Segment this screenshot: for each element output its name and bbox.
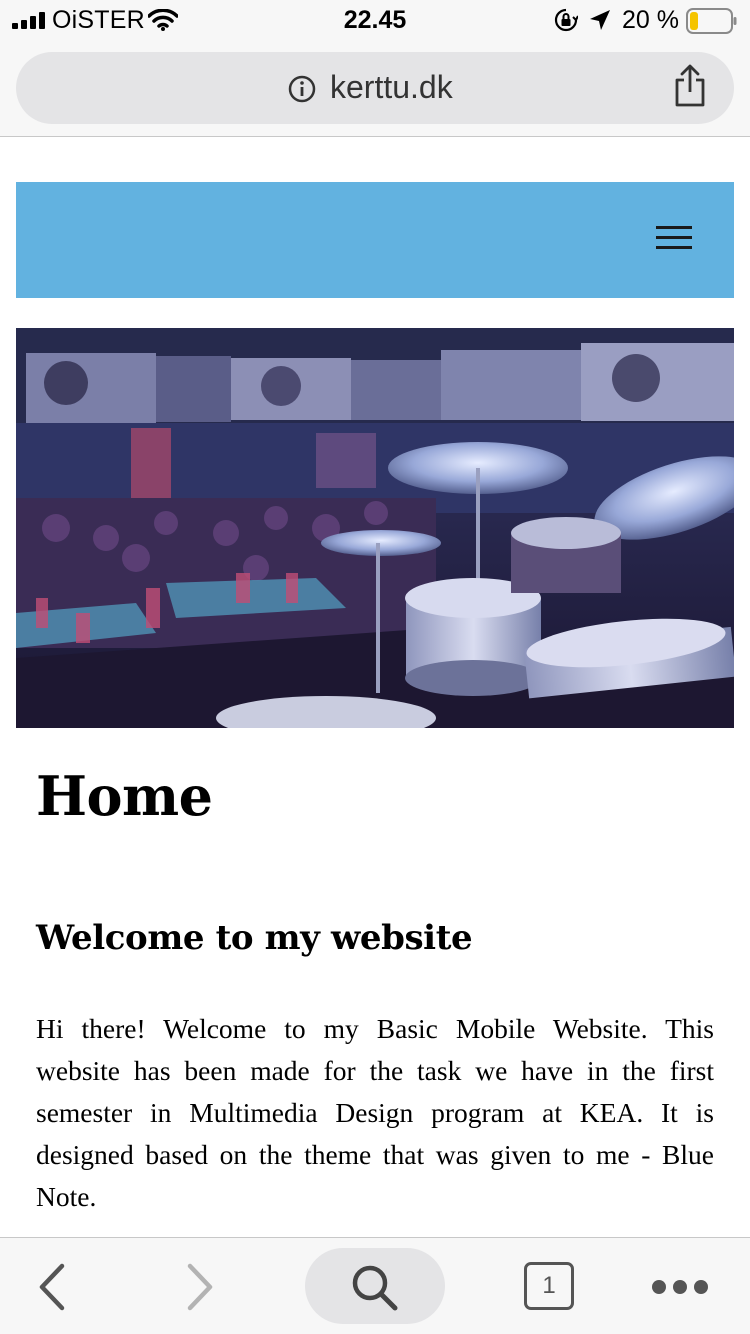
status-bar: OiSTER 22.45 20 % — [0, 0, 750, 40]
tab-count: 1 — [524, 1262, 574, 1310]
forward-chevron-icon — [187, 1263, 213, 1311]
search-button[interactable] — [305, 1248, 445, 1324]
browser-address-area: kerttu.dk — [0, 40, 750, 137]
search-icon — [352, 1265, 398, 1311]
info-icon[interactable] — [288, 75, 316, 103]
address-bar[interactable]: kerttu.dk — [16, 52, 734, 124]
hamburger-menu-icon[interactable] — [656, 226, 694, 254]
more-dots-icon[interactable] — [652, 1272, 716, 1302]
back-button[interactable] — [30, 1260, 74, 1314]
section-heading: Welcome to my website — [36, 918, 473, 958]
browser-toolbar: 1 — [0, 1237, 750, 1334]
url-text[interactable]: kerttu.dk — [330, 69, 453, 106]
battery-percentage: 20 % — [622, 6, 679, 34]
battery-icon — [686, 8, 737, 34]
hero-image — [16, 328, 734, 728]
page-title: Home — [36, 764, 213, 828]
share-icon[interactable] — [672, 64, 708, 108]
back-chevron-icon — [39, 1263, 65, 1311]
location-arrow-icon — [590, 10, 610, 30]
tabs-button[interactable]: 1 — [524, 1262, 576, 1312]
body-paragraph: Hi there! Welcome to my Basic Mobile Web… — [36, 1013, 714, 1212]
orientation-lock-icon — [554, 8, 578, 32]
site-header — [16, 182, 734, 298]
forward-button[interactable] — [178, 1260, 222, 1314]
